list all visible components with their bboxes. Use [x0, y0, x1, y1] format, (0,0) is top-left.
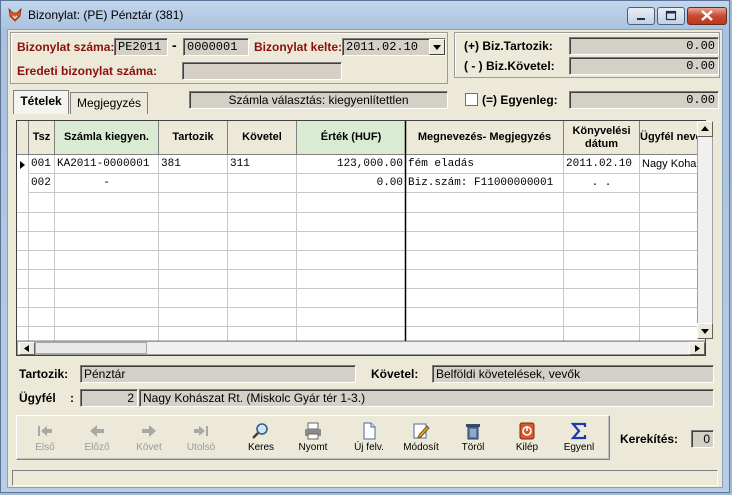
new-document-icon — [363, 422, 376, 440]
print-label: Nyomt — [298, 442, 328, 453]
previous-record-button[interactable]: Előző — [71, 418, 123, 458]
credit-total-field: 0.00 — [569, 57, 719, 75]
title-bar[interactable]: Bizonylat: (PE) Pénztár (381) — [1, 1, 729, 29]
first-record-button[interactable]: Első — [19, 418, 71, 458]
close-button[interactable] — [687, 7, 727, 25]
client-label: Ügyfél — [19, 391, 56, 405]
exit-button[interactable]: Kilép — [501, 418, 553, 458]
detail-credit-label: Követel: — [371, 367, 419, 381]
tab-notes[interactable]: Megjegyzés — [70, 92, 148, 114]
search-button[interactable]: Keres — [235, 418, 287, 458]
window-title: Bizonylat: (PE) Pénztár (381) — [28, 8, 184, 22]
minimize-button[interactable] — [627, 7, 655, 25]
previous-record-label: Előző — [84, 442, 110, 453]
new-record-button[interactable]: Új felv. — [343, 418, 395, 458]
doc-number-label: Bizonylat száma: — [17, 40, 115, 54]
exit-icon — [519, 422, 535, 440]
tab-items[interactable]: Tételek — [13, 90, 69, 114]
doc-separator: - — [172, 37, 177, 53]
chevron-down-icon — [433, 45, 441, 50]
minimize-icon — [637, 18, 645, 20]
balance-checkbox[interactable] — [465, 93, 478, 106]
doc-number-field[interactable]: 0000001 — [183, 38, 249, 56]
grid-lines — [17, 121, 705, 343]
debit-total-label: (+) Biz.Tartozik: — [464, 39, 553, 53]
delete-record-button[interactable]: Töröl — [447, 418, 499, 458]
debit-total-field: 0.00 — [569, 37, 719, 55]
delete-record-label: Töröl — [461, 442, 485, 453]
scroll-left-button[interactable] — [19, 342, 35, 355]
arrow-up-icon — [701, 126, 709, 131]
credit-total-label: ( - ) Biz.Követel: — [464, 59, 555, 73]
next-record-button[interactable]: Követ — [123, 418, 175, 458]
balance-button-label: Egyenl — [563, 442, 595, 453]
last-record-label: Utolsó — [186, 442, 216, 453]
first-record-label: Első — [35, 442, 55, 453]
app-window: Bizonylat: (PE) Pénztár (381) Bizonylat … — [0, 0, 730, 493]
client-name-field: Nagy Kohászat Rt. (Miskolc Gyár tér 1-3.… — [139, 389, 714, 407]
rounding-label: Kerekítés: — [620, 432, 679, 446]
horizontal-scroll-thumb[interactable] — [35, 342, 147, 354]
new-record-label: Új felv. — [354, 442, 384, 453]
doc-date-label: Bizonylat kelte: — [254, 40, 343, 54]
search-icon — [252, 423, 268, 439]
original-doc-field[interactable] — [182, 62, 342, 80]
scroll-up-button[interactable] — [697, 121, 713, 137]
vertical-scrollbar[interactable] — [697, 121, 713, 339]
doc-date-dropdown-button[interactable] — [429, 39, 445, 55]
next-record-icon — [142, 425, 156, 437]
arrow-left-icon — [24, 345, 29, 352]
client-colon: : — [70, 391, 74, 405]
maximize-icon — [665, 10, 677, 21]
balance-label: (=) Egyenleg: — [482, 93, 558, 107]
action-toolbar: Első Előző Követ Utolsó Keres Nyomt Új f… — [16, 415, 610, 460]
search-label: Keres — [247, 442, 275, 453]
detail-debit-label: Tartozik: — [19, 367, 69, 381]
fox-app-icon — [8, 7, 22, 22]
original-doc-label: Eredeti bizonylat száma: — [17, 64, 158, 78]
detail-debit-field: Pénztár — [80, 365, 356, 383]
scroll-right-button[interactable] — [689, 342, 705, 355]
invoice-choice-display: Számla választás: kiegyenlítettlen — [189, 91, 448, 109]
scroll-down-button[interactable] — [697, 323, 713, 339]
detail-credit-field: Belföldi követelések, vevők — [432, 365, 714, 383]
edit-icon — [413, 423, 430, 439]
balance-button[interactable]: Egyenl — [553, 418, 605, 458]
printer-icon — [305, 422, 321, 440]
exit-label: Kilép — [515, 442, 539, 453]
sigma-icon — [570, 422, 587, 440]
arrow-right-icon — [695, 345, 700, 352]
close-icon — [701, 10, 713, 21]
maximize-button[interactable] — [657, 7, 685, 25]
arrow-down-icon — [701, 329, 709, 334]
form-client-area: Bizonylat száma: PE2011 - 0000001 Bizony… — [7, 29, 723, 488]
rounding-field[interactable]: 0 — [691, 430, 714, 448]
doc-prefix-field[interactable]: PE2011 — [114, 38, 168, 56]
trash-icon — [466, 424, 480, 440]
last-record-button[interactable]: Utolsó — [175, 418, 227, 458]
last-record-icon — [194, 426, 208, 436]
edit-record-label: Módosít — [403, 442, 439, 453]
edit-record-button[interactable]: Módosít — [395, 418, 447, 458]
items-grid[interactable]: Tsz Számla kiegyen. Tartozik Követel Ért… — [16, 120, 706, 356]
previous-record-icon — [90, 425, 104, 437]
balance-field: 0.00 — [569, 91, 719, 109]
first-record-icon — [38, 426, 52, 436]
client-id-field: 2 — [80, 389, 138, 407]
print-button[interactable]: Nyomt — [287, 418, 339, 458]
status-bar — [12, 470, 718, 486]
next-record-label: Követ — [136, 442, 162, 453]
